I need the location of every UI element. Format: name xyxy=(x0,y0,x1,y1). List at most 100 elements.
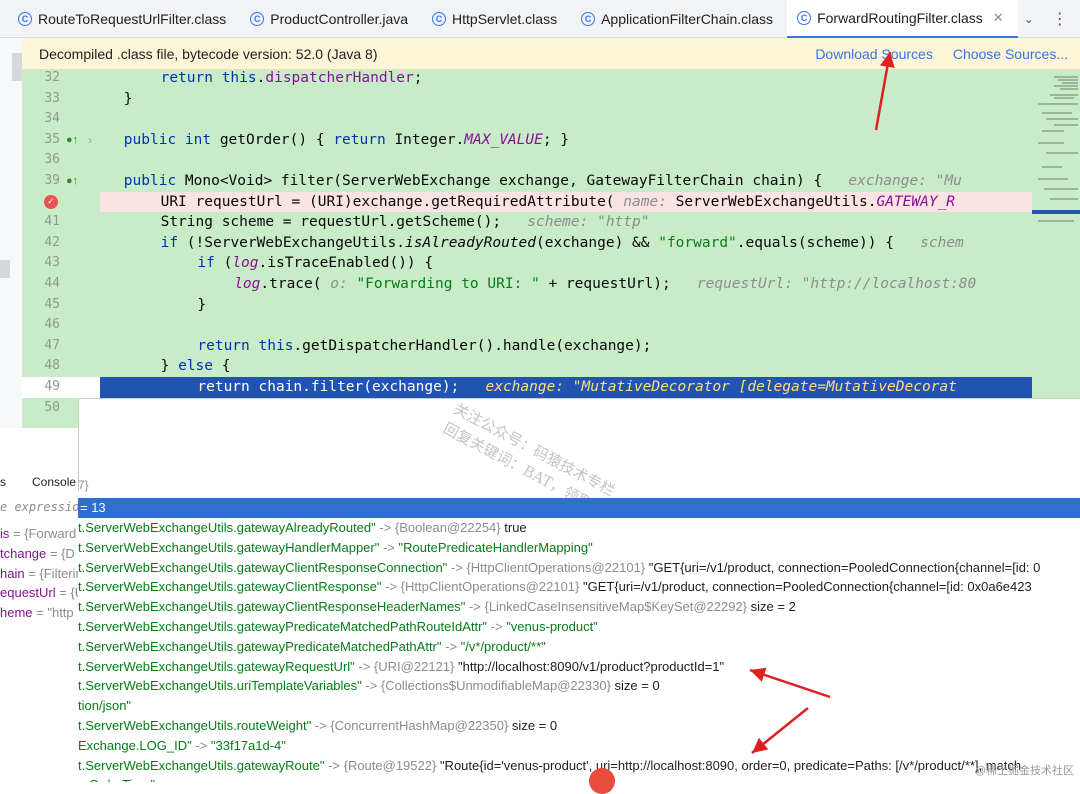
minimap-line xyxy=(1042,166,1062,168)
line-number[interactable]: 39 ●↑ xyxy=(22,171,100,192)
line-number[interactable]: 32 xyxy=(22,70,100,89)
line-number[interactable]: 45 xyxy=(22,295,100,316)
code-token: getOrder() { xyxy=(219,131,334,148)
row-v: "Route{id='venus-product', uri=http://lo… xyxy=(436,757,1022,773)
minimap-line xyxy=(1062,82,1078,84)
close-icon[interactable]: ✕ xyxy=(993,10,1004,26)
result-row[interactable]: t.ServerWebExchangeUtils.gatewayPredicat… xyxy=(78,617,598,637)
chevron-down-icon[interactable]: ⌄ xyxy=(1024,12,1034,26)
row-v: "http://localhost:8090/v1/product?produc… xyxy=(454,658,725,674)
line-number[interactable]: 43 xyxy=(22,253,100,274)
code-token: if xyxy=(160,234,187,251)
choose-sources-link[interactable]: Choose Sources... xyxy=(953,46,1068,62)
line-number[interactable]: 34 xyxy=(22,109,100,130)
result-row[interactable]: t.ServerWebExchangeUtils.gatewayPredicat… xyxy=(78,637,546,657)
code-line[interactable]: return this.dispatcherHandler; xyxy=(100,70,1032,89)
minimap-line xyxy=(1050,94,1078,96)
minimap-line xyxy=(1046,118,1078,120)
debug-variable[interactable]: is = {Forward xyxy=(0,526,76,541)
code-line[interactable]: if (!ServerWebExchangeUtils.isAlreadyRou… xyxy=(100,233,1032,254)
more-icon[interactable]: ⋮ xyxy=(1052,9,1069,29)
fold-icon[interactable]: › xyxy=(88,130,92,151)
code-line[interactable]: URI requestUrl = (URI)exchange.getRequir… xyxy=(100,191,1032,213)
result-row[interactable]: t.ServerWebExchangeUtils.uriTemplateVari… xyxy=(78,676,660,696)
line-number[interactable]: 33 xyxy=(22,89,100,110)
code-area[interactable]: return this.dispatcherHandler;} public in… xyxy=(100,70,1032,428)
code-token: exchange: "MutativeDecorator [delegate=M… xyxy=(485,379,957,395)
minimap-line xyxy=(1038,178,1068,180)
line-number[interactable]: ✓ xyxy=(22,192,100,213)
result-row[interactable]: t.ServerWebExchangeUtils.routeWeight" ->… xyxy=(78,716,557,736)
tab-4[interactable]: C ForwardRoutingFilter.class ✕ xyxy=(787,0,1018,38)
code-line[interactable] xyxy=(100,109,1032,130)
line-number[interactable]: 48 xyxy=(22,356,100,377)
code-line[interactable]: } xyxy=(100,295,1032,316)
minimap-line xyxy=(1060,88,1078,90)
tab-console[interactable]: Console xyxy=(32,475,76,489)
line-number[interactable]: 44 xyxy=(22,274,100,295)
debug-variable[interactable]: equestUrl = {U xyxy=(0,585,78,600)
line-number[interactable]: 42 xyxy=(22,233,100,254)
tab-variables[interactable]: s xyxy=(0,475,6,489)
tab-3[interactable]: C ApplicationFilterChain.class xyxy=(571,0,787,38)
line-number[interactable]: 46 xyxy=(22,315,100,336)
tab-2[interactable]: C HttpServlet.class xyxy=(422,0,571,38)
line-number-gutter[interactable]: 32 33 34 35 ●↑ › 36 39 ●↑ ✓ 41 42 43 44 45 46 47 48 49 50 xyxy=(22,70,100,428)
result-tree[interactable]: t.ServerWebExchangeUtils.gatewayAlreadyR… xyxy=(78,518,1080,782)
code-token: MAX_VALUE xyxy=(464,131,543,148)
result-row[interactable]: tion/json" xyxy=(78,696,131,716)
expression-input[interactable]: e expression xyxy=(0,500,78,514)
editor-minimap[interactable] xyxy=(1032,70,1080,428)
code-line[interactable]: public Mono<Void> filter(ServerWebExchan… xyxy=(100,171,1032,192)
download-sources-link[interactable]: Download Sources xyxy=(815,46,933,62)
debug-variable[interactable]: hain = {Filterin xyxy=(0,566,78,581)
tool-window-handle[interactable] xyxy=(12,53,22,81)
tab-0[interactable]: C RouteToRequestUrlFilter.class xyxy=(0,0,240,38)
result-row[interactable]: t.ServerWebExchangeUtils.gatewayRoute" -… xyxy=(78,756,1021,776)
code-text: return chain.filter(exchange); exchange:… xyxy=(197,377,957,398)
debug-variable[interactable]: heme = "http xyxy=(0,605,74,620)
line-number[interactable]: 36 xyxy=(22,150,100,171)
line-number[interactable]: 47 xyxy=(22,336,100,357)
result-row[interactable]: t.ServerWebExchangeUtils.gatewayHandlerM… xyxy=(78,538,593,558)
debug-variable[interactable]: tchange = {D xyxy=(0,546,75,561)
line-number-text: 36 xyxy=(44,152,60,168)
code-line[interactable] xyxy=(100,315,1032,336)
result-row[interactable]: t.ServerWebExchangeUtils.gatewayAlreadyR… xyxy=(78,518,527,538)
code-line[interactable]: } xyxy=(100,89,1032,110)
code-token: scheme: "http" xyxy=(527,214,650,231)
tool-window-handle[interactable] xyxy=(0,260,10,278)
minimap-line xyxy=(1054,76,1078,78)
result-row[interactable]: t.ServerWebExchangeUtils.gatewayClientRe… xyxy=(78,558,1040,578)
code-line[interactable]: String scheme = requestUrl.getScheme(); … xyxy=(100,212,1032,233)
result-row[interactable]: t.ServerWebExchangeUtils.gatewayClientRe… xyxy=(78,577,1032,597)
line-number[interactable]: 35 ●↑ › xyxy=(22,130,100,151)
minimap-line xyxy=(1054,124,1078,126)
result-selected-row[interactable]: = 13 xyxy=(78,498,1080,518)
code-line[interactable]: return this.getDispatcherHandler().handl… xyxy=(100,336,1032,357)
result-row[interactable]: ...OrderTime" xyxy=(78,775,155,782)
line-number[interactable]: 49 xyxy=(22,377,100,398)
code-text: } xyxy=(124,89,133,110)
row-v: size = 2 xyxy=(747,599,796,615)
result-row[interactable]: t.ServerWebExchangeUtils.gatewayRequestU… xyxy=(78,657,724,677)
tab-label: HttpServlet.class xyxy=(452,10,558,27)
line-number[interactable]: 41 xyxy=(22,212,100,233)
tab-1[interactable]: C ProductController.java xyxy=(240,0,422,38)
code-line[interactable]: return chain.filter(exchange); exchange:… xyxy=(100,377,1032,398)
result-row[interactable]: Exchange.LOG_ID" -> "33f17a1d-4" xyxy=(78,736,286,756)
code-token: Mono<Void> filter(ServerWebExchange exch… xyxy=(184,173,849,189)
breakpoint-icon[interactable]: ✓ xyxy=(44,194,58,209)
record-button-icon[interactable] xyxy=(589,768,615,794)
code-text: public int getOrder() { return Integer.M… xyxy=(124,130,569,151)
result-row[interactable]: t.ServerWebExchangeUtils.gatewayClientRe… xyxy=(78,597,796,617)
code-line[interactable] xyxy=(100,150,1032,171)
code-editor[interactable]: 32 33 34 35 ●↑ › 36 39 ●↑ ✓ 41 42 43 44 45 46 47 48 49 50 r… xyxy=(22,70,1080,428)
implements-marker-icon[interactable]: ●↑ xyxy=(66,130,78,151)
code-line[interactable]: } else { xyxy=(100,356,1032,377)
code-line[interactable]: log.trace( o: "Forwarding to URI: " + re… xyxy=(100,274,1032,295)
row-k: t.ServerWebExchangeUtils.gatewayAlreadyR… xyxy=(78,520,376,535)
code-line[interactable]: public int getOrder() { return Integer.M… xyxy=(100,130,1032,151)
implements-marker-icon[interactable]: ●↑ xyxy=(66,171,78,192)
code-line[interactable]: if (log.isTraceEnabled()) { xyxy=(100,253,1032,274)
